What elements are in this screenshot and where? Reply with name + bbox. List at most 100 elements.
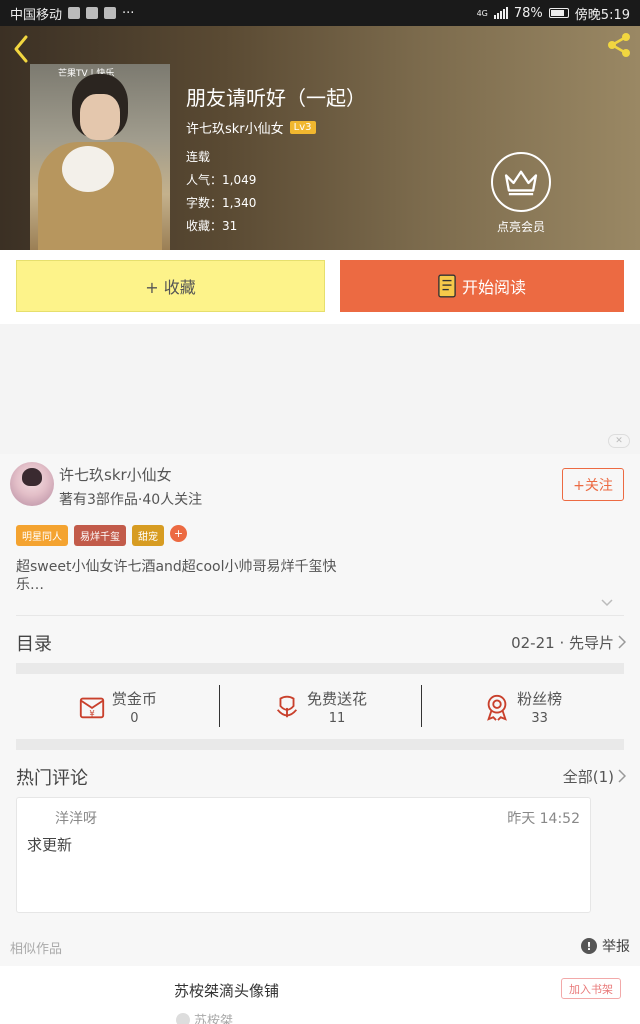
- similar-work-author: 苏桉桀: [176, 1010, 233, 1024]
- follow-button[interactable]: +关注: [562, 468, 624, 501]
- network-type: 4G: [476, 8, 488, 18]
- report-button[interactable]: ! 举报: [581, 936, 630, 956]
- reader-stats: ¥ 赏金币 0 免费送花 11 粉丝榜 33: [16, 675, 624, 739]
- divider: [16, 615, 624, 616]
- book-author: 许七玖skr小仙女: [186, 122, 284, 137]
- expand-chevron-icon[interactable]: [600, 598, 614, 608]
- author-summary: 著有3部作品·40人关注: [59, 492, 203, 508]
- book-author-line[interactable]: 许七玖skr小仙女 Lv3: [186, 118, 316, 137]
- vip-crown-badge: [491, 152, 551, 212]
- tag-item[interactable]: 易烊千玺: [74, 525, 126, 546]
- tag-item[interactable]: 甜宠: [132, 525, 164, 546]
- all-comments-link[interactable]: 全部(1): [563, 766, 614, 787]
- author-avatar[interactable]: [10, 462, 54, 506]
- favorites-label: 收藏：: [186, 219, 223, 233]
- carrier-text: 中国移动: [10, 7, 63, 23]
- book-icon: [438, 274, 456, 298]
- tag-item[interactable]: 明星同人: [16, 525, 68, 546]
- book-cover-image[interactable]: 芒果TV | 快乐: [30, 64, 170, 250]
- favorites-value: 31: [222, 219, 238, 233]
- stat-value: 0: [130, 711, 139, 726]
- book-header: 芒果TV | 快乐 朋友请听好（一起） 许七玖skr小仙女 Lv3 连载 人气：…: [0, 26, 640, 250]
- stat-value: 33: [531, 711, 548, 726]
- popularity-stat: 人气：1,049: [186, 171, 256, 188]
- sim-icon: [68, 7, 81, 19]
- stat-label: 免费送花: [307, 690, 368, 708]
- close-ad-button[interactable]: ✕: [608, 434, 630, 448]
- stat-text: 免费送花 11: [307, 688, 367, 726]
- similar-author-name: 苏桉桀: [194, 1014, 234, 1024]
- book-description: 超sweet小仙女许七酒and超cool小帅哥易烊千玺快乐…: [16, 559, 337, 593]
- tag-list: 明星同人 易烊千玺 甜宠 +: [16, 525, 187, 546]
- warning-icon: !: [581, 938, 597, 954]
- stat-text: 粉丝榜 33: [517, 688, 562, 726]
- ad-placeholder: ✕: [0, 324, 640, 454]
- serial-status: 连载: [186, 150, 211, 164]
- vip-label: 点亮会员: [496, 220, 545, 234]
- stat-label: 粉丝榜: [517, 690, 563, 708]
- favorite-button[interactable]: + 收藏: [16, 260, 325, 312]
- word-count-stat: 字数：1,340: [186, 194, 256, 211]
- coin-envelope-icon: ¥: [79, 697, 104, 718]
- start-reading-button[interactable]: 开始阅读: [340, 260, 624, 312]
- crown-icon: [504, 170, 538, 196]
- fan-ranking-button[interactable]: 粉丝榜 33: [421, 675, 624, 739]
- chevron-right-icon: [618, 769, 626, 783]
- cover-cat: [62, 146, 114, 192]
- wechat-icon: [104, 7, 117, 19]
- comment-card[interactable]: 洋洋呀 昨天 14:52 求更新: [16, 797, 591, 913]
- table-of-contents-row[interactable]: 目录 02-21 · 先导片: [0, 620, 640, 662]
- battery-icon: [548, 8, 569, 18]
- start-reading-label: 开始阅读: [461, 278, 526, 297]
- status-left: 中国移动 ···: [10, 4, 134, 23]
- toc-title: 目录: [16, 634, 52, 655]
- similar-work-title: 苏桉桀滴头像铺: [174, 982, 280, 1000]
- report-label: 举报: [602, 939, 630, 955]
- hot-comments-header: 热门评论 全部(1): [0, 754, 640, 794]
- author-name[interactable]: 许七玖skr小仙女: [59, 464, 172, 485]
- share-icon: [608, 33, 630, 57]
- section-separator: [16, 663, 624, 674]
- share-button[interactable]: [604, 30, 634, 60]
- signal-icon: [493, 7, 508, 19]
- stat-value: 11: [328, 711, 346, 726]
- flower-icon: [276, 695, 298, 718]
- popularity-value: 1,049: [222, 173, 257, 187]
- word-count-label: 字数：: [186, 196, 223, 210]
- comment-time: 昨天 14:52: [507, 811, 580, 827]
- chevron-right-icon: [618, 635, 626, 649]
- add-to-shelf-button[interactable]: 加入书架: [561, 978, 621, 999]
- stat-label: 赏金币: [111, 690, 157, 708]
- favorites-stat: 收藏：31: [186, 217, 237, 234]
- similar-works-title: 相似作品: [10, 942, 63, 957]
- more-tags-button[interactable]: +: [170, 525, 187, 542]
- svg-text:¥: ¥: [89, 708, 94, 718]
- medal-icon: [487, 694, 508, 721]
- author-avatar-small: [176, 1012, 190, 1024]
- hot-comments-title: 热门评论: [16, 768, 88, 789]
- reward-coins-button[interactable]: ¥ 赏金币 0: [16, 675, 219, 739]
- author-card: 许七玖skr小仙女 著有3部作品·40人关注 +关注 明星同人 易烊千玺 甜宠 …: [0, 454, 640, 616]
- vip-button[interactable]: 点亮会员: [491, 152, 551, 242]
- notification-icon: [86, 7, 99, 19]
- popularity-label: 人气：: [186, 173, 223, 187]
- comment-user[interactable]: 洋洋呀: [55, 808, 97, 828]
- action-bar: + 收藏 开始阅读: [0, 250, 640, 324]
- back-button[interactable]: [10, 34, 34, 64]
- similar-works-header: 相似作品 ! 举报: [0, 930, 640, 964]
- send-flower-button[interactable]: 免费送花 11: [218, 675, 422, 739]
- clock: 傍晚5:19: [574, 7, 630, 23]
- cover-face: [80, 94, 120, 140]
- more-notifications-icon: ···: [122, 5, 135, 21]
- status-right: 4G 78% 傍晚5:19: [477, 4, 630, 23]
- stat-text: 赏金币 0: [112, 688, 157, 726]
- battery-percent: 78%: [513, 5, 543, 21]
- chevron-left-icon: [14, 35, 28, 63]
- section-separator: [16, 739, 624, 750]
- similar-work-item[interactable]: 苏桉桀滴头像铺 苏桉桀 加入书架: [0, 966, 640, 1024]
- book-title: 朋友请听好（一起）: [186, 86, 366, 110]
- comment-text: 求更新: [27, 836, 73, 854]
- status-bar: 中国移动 ··· 4G 78% 傍晚5:19: [0, 0, 640, 26]
- latest-chapter: 02-21 · 先导片: [511, 634, 614, 652]
- author-level-badge: Lv3: [289, 121, 316, 134]
